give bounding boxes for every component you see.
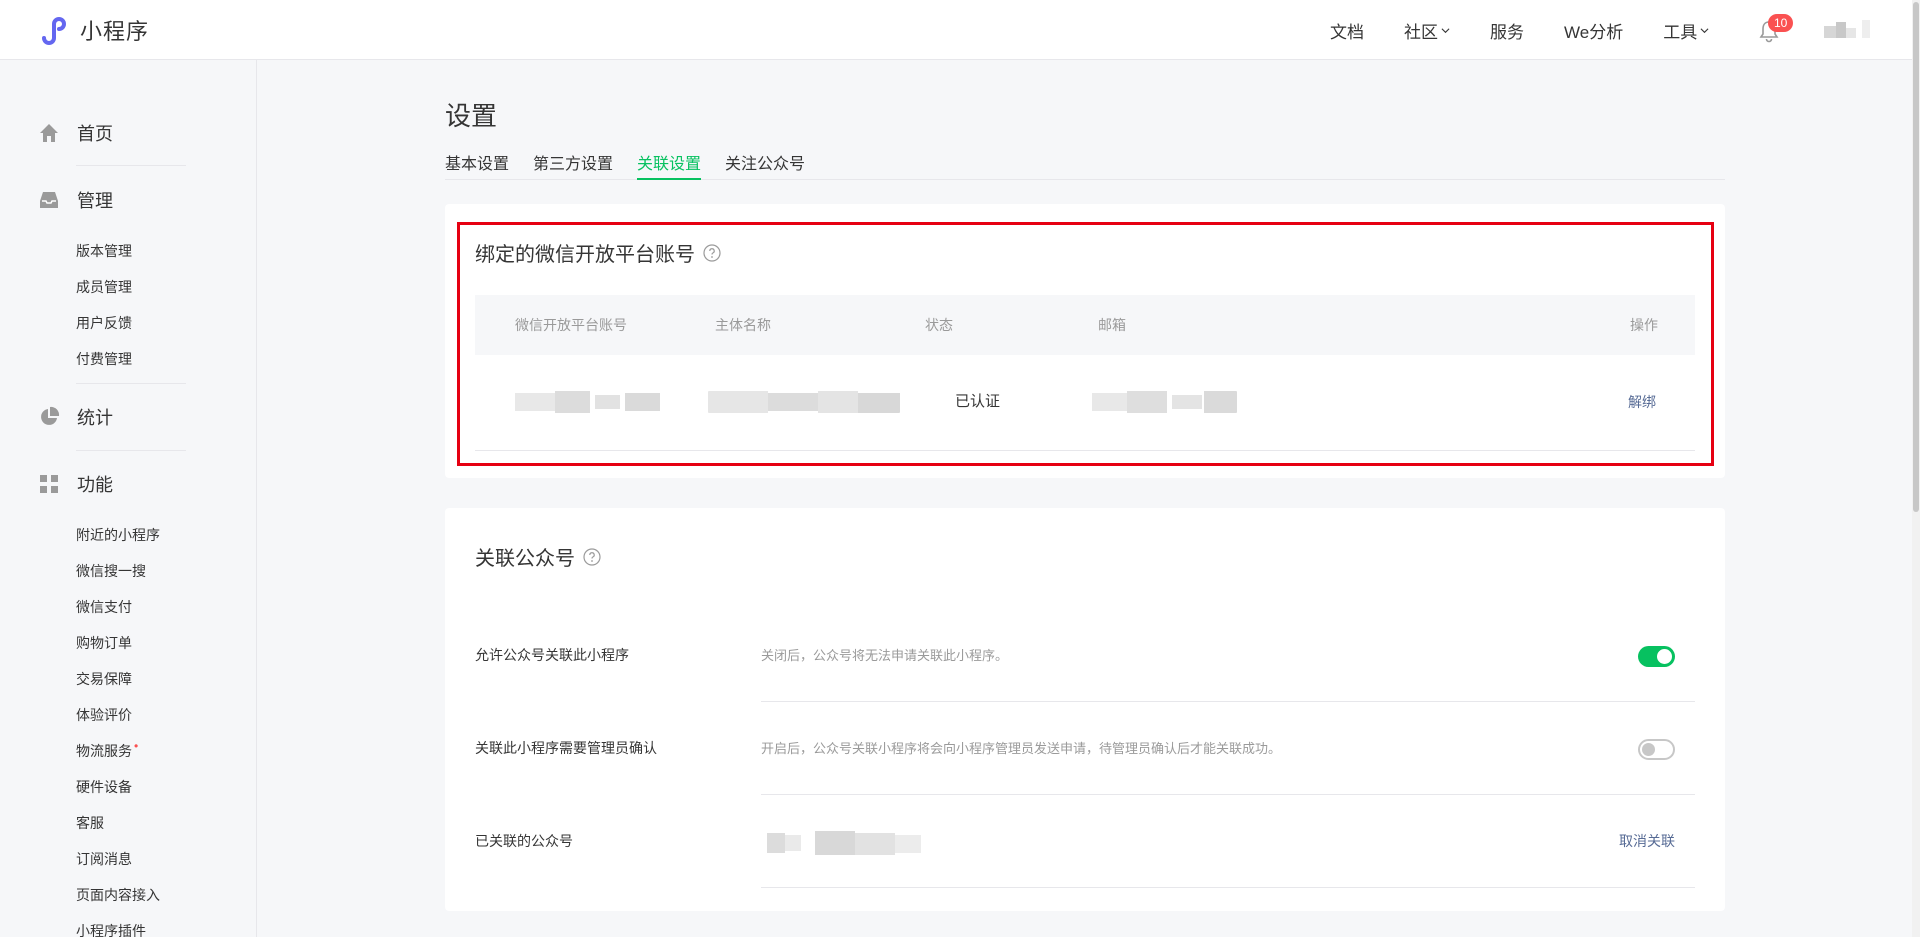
sidebar-item-logistics[interactable]: 物流服务 • <box>76 739 139 761</box>
unbind-link[interactable]: 解绑 <box>1628 355 1656 449</box>
linked-official-card: 关联公众号 允许公众号关联此小程序 关闭后，公众号将无法申请关联此小程序。 关联… <box>445 508 1725 911</box>
home-icon <box>40 124 58 142</box>
inbox-icon <box>40 192 58 208</box>
open-platform-title: 绑定的微信开放平台账号 <box>475 238 721 267</box>
column-header: 邮箱 <box>1098 317 1126 333</box>
cancel-link-button[interactable]: 取消关联 <box>1619 795 1675 888</box>
nav-community[interactable]: 社区 <box>1404 18 1450 43</box>
linked-official-title: 关联公众号 <box>475 542 601 571</box>
sidebar-item-hardware[interactable]: 硬件设备 <box>76 777 132 797</box>
setting-label: 关联此小程序需要管理员确认 <box>475 740 657 756</box>
toggle-knob <box>1657 649 1672 664</box>
top-bar: 小程序 文档 社区 服务 We分析 工具 10 <box>0 0 1920 60</box>
logo[interactable]: 小程序 <box>38 14 149 46</box>
sidebar-item-subscribe[interactable]: 订阅消息 <box>76 849 132 869</box>
tab-link-settings[interactable]: 关联设置 <box>637 150 702 180</box>
sidebar-group-manage[interactable]: 管理 <box>38 187 113 213</box>
settings-tabs: 基本设置 第三方设置 关联设置 关注公众号 <box>445 150 1725 180</box>
sidebar-item-review[interactable]: 体验评价 <box>76 705 132 725</box>
admin-confirm-toggle[interactable] <box>1638 739 1675 760</box>
toggle-knob <box>1642 743 1655 756</box>
setting-row-admin-confirm: 关联此小程序需要管理员确认 开启后，公众号关联小程序将会向小程序管理员发送申请，… <box>475 702 1695 795</box>
new-dot-badge: • <box>134 739 139 753</box>
tab-basic[interactable]: 基本设置 <box>445 150 509 180</box>
top-nav: 文档 社区 服务 We分析 工具 <box>1330 0 1749 60</box>
sidebar-divider <box>76 383 186 384</box>
column-header: 状态 <box>925 317 953 333</box>
sidebar-item-search[interactable]: 微信搜一搜 <box>76 561 146 581</box>
nav-services-label: 服务 <box>1490 22 1524 42</box>
setting-row-linked-accounts: 已关联的公众号 取消关联 <box>475 795 1695 888</box>
sidebar-item-pay[interactable]: 微信支付 <box>76 597 132 617</box>
column-header: 微信开放平台账号 <box>515 317 627 333</box>
blurred-email <box>1092 391 1237 413</box>
section-title: 关联公众号 <box>475 548 575 570</box>
notification-badge: 10 <box>1768 14 1794 32</box>
table-row: 已认证 解绑 <box>475 355 1695 451</box>
miniprogram-logo-icon <box>42 17 66 45</box>
sidebar-item-plugins[interactable]: 小程序插件 <box>76 921 146 937</box>
sidebar-group-home[interactable]: 首页 <box>38 120 113 146</box>
nav-docs[interactable]: 文档 <box>1330 18 1364 43</box>
question-circle-icon[interactable] <box>703 243 721 262</box>
blurred-account <box>515 391 660 413</box>
scrollbar-thumb[interactable] <box>1913 2 1919 512</box>
setting-label: 已关联的公众号 <box>475 833 573 849</box>
nav-we-analysis[interactable]: We分析 <box>1564 18 1623 43</box>
section-title: 绑定的微信开放平台账号 <box>475 244 695 266</box>
sidebar-item-version[interactable]: 版本管理 <box>76 241 132 261</box>
grid-icon <box>40 475 58 493</box>
app-name: 小程序 <box>80 19 150 44</box>
sidebar-group-label: 统计 <box>77 408 113 428</box>
chevron-down-icon <box>1700 27 1709 33</box>
sidebar-item-feedback[interactable]: 用户反馈 <box>76 313 132 333</box>
sidebar-group-label: 功能 <box>77 475 113 495</box>
status-verified: 已认证 <box>955 393 1001 410</box>
question-circle-icon[interactable] <box>583 547 601 566</box>
blurred-entity <box>708 391 900 413</box>
avatar[interactable] <box>1822 18 1874 42</box>
sidebar-group-stats[interactable]: 统计 <box>38 404 113 430</box>
page-scrollbar[interactable] <box>1912 0 1920 937</box>
sidebar-item-label: 物流服务 <box>76 743 132 759</box>
sidebar-item-trade-guarantee[interactable]: 交易保障 <box>76 669 132 689</box>
pie-chart-icon <box>41 406 60 425</box>
allow-link-toggle[interactable] <box>1638 646 1675 667</box>
nav-services[interactable]: 服务 <box>1490 18 1524 43</box>
sidebar-item-content[interactable]: 页面内容接入 <box>76 885 160 905</box>
setting-description: 关闭后，公众号将无法申请关联此小程序。 <box>761 648 1009 663</box>
nav-docs-label: 文档 <box>1330 22 1364 42</box>
column-header: 操作 <box>1630 317 1658 333</box>
sidebar-group-label: 首页 <box>77 124 113 144</box>
sidebar-group-features[interactable]: 功能 <box>38 471 113 497</box>
sidebar-group-label: 管理 <box>77 191 113 211</box>
column-header: 主体名称 <box>715 317 771 333</box>
setting-label: 允许公众号关联此小程序 <box>475 647 629 663</box>
sidebar-divider <box>76 165 186 166</box>
setting-row-allow-link: 允许公众号关联此小程序 关闭后，公众号将无法申请关联此小程序。 <box>475 609 1695 702</box>
table-header: 微信开放平台账号 主体名称 状态 邮箱 操作 <box>475 295 1695 355</box>
row-divider <box>761 887 1695 888</box>
nav-tools-label: 工具 <box>1663 22 1698 42</box>
blurred-official-account <box>767 831 921 855</box>
sidebar-item-members[interactable]: 成员管理 <box>76 277 132 297</box>
tab-follow-official[interactable]: 关注公众号 <box>725 150 805 180</box>
sidebar-item-billing[interactable]: 付费管理 <box>76 349 132 369</box>
chevron-down-icon <box>1441 27 1450 33</box>
sidebar-item-nearby[interactable]: 附近的小程序 <box>76 525 160 545</box>
tab-third-party[interactable]: 第三方设置 <box>533 150 613 180</box>
nav-tools[interactable]: 工具 <box>1663 18 1709 43</box>
sidebar-item-orders[interactable]: 购物订单 <box>76 633 132 653</box>
open-platform-card: 绑定的微信开放平台账号 微信开放平台账号 主体名称 状态 邮箱 操作 已认证 解… <box>445 204 1725 478</box>
nav-we-analysis-label: We分析 <box>1564 22 1624 42</box>
page-title: 设置 <box>445 101 498 131</box>
sidebar-item-service[interactable]: 客服 <box>76 813 104 833</box>
sidebar-divider <box>76 450 186 451</box>
nav-community-label: 社区 <box>1404 22 1438 42</box>
sidebar: 首页 管理 版本管理 成员管理 用户反馈 付费管理 统计 功能 附近的小程序 微… <box>0 60 257 937</box>
setting-description: 开启后，公众号关联小程序将会向小程序管理员发送申请，待管理员确认后才能关联成功。 <box>761 741 1282 756</box>
